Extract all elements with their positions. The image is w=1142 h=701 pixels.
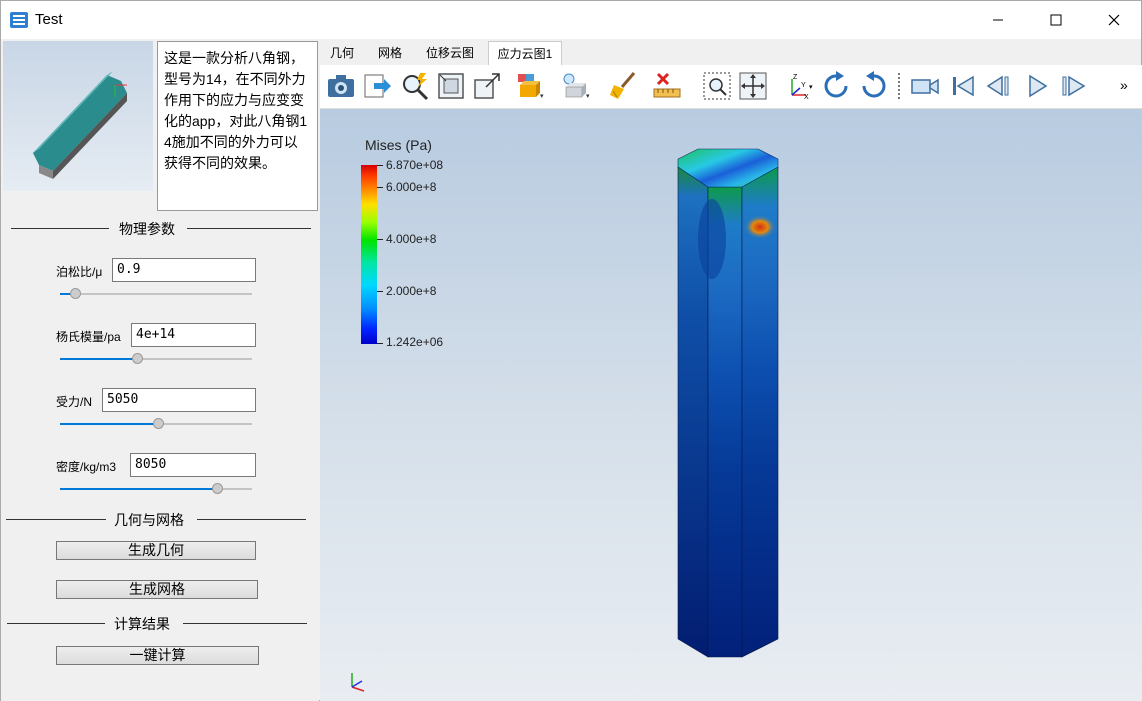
- rotate-ccw-icon[interactable]: [858, 71, 888, 101]
- svg-text:Z: Z: [793, 74, 798, 81]
- light-icon[interactable]: ▾: [560, 71, 590, 101]
- density-label: 密度/kg/m3: [56, 460, 117, 474]
- poisson-slider[interactable]: [60, 287, 252, 301]
- play-icon[interactable]: [1022, 71, 1052, 101]
- slider-handle[interactable]: [131, 353, 143, 364]
- legend-title: Mises (Pa): [365, 137, 432, 153]
- svg-text:▾: ▾: [540, 93, 544, 100]
- legend-tick: [377, 343, 383, 344]
- window-title: Test: [35, 11, 63, 28]
- clear-icon[interactable]: [608, 71, 638, 101]
- viewer-panel: 几何 网格 位移云图 应力云图1 ▾ ▾ Z Y X ▾ » Mises (Pa…: [320, 39, 1142, 701]
- generate-geometry-button[interactable]: 生成几何: [56, 541, 256, 560]
- minimize-icon: [993, 19, 1003, 21]
- toolbar-overflow-button[interactable]: »: [1120, 77, 1128, 93]
- legend-tick: [377, 165, 383, 166]
- divider: [187, 228, 311, 229]
- legend-tick-label: 4.000e+8: [386, 232, 437, 246]
- force-input[interactable]: 5050: [102, 388, 256, 412]
- geometry-section-label: 几何与网格: [114, 512, 184, 528]
- physics-section-header: 物理参数: [1, 218, 319, 238]
- divider: [183, 623, 307, 624]
- first-frame-icon[interactable]: [948, 71, 978, 101]
- orientation-axes-icon: [351, 673, 365, 692]
- force-label: 受力/N: [56, 395, 93, 409]
- tab-mesh[interactable]: 网格: [368, 41, 412, 65]
- prev-frame-icon[interactable]: [984, 71, 1014, 101]
- minimize-button[interactable]: [969, 1, 1027, 39]
- legend-tick-label: 2.000e+8: [386, 284, 437, 298]
- divider: [197, 519, 306, 520]
- slider-fill: [60, 358, 137, 360]
- legend-tick: [377, 239, 383, 240]
- density-input[interactable]: 8050: [130, 453, 256, 477]
- tab-geometry[interactable]: 几何: [320, 41, 364, 65]
- generate-mesh-button[interactable]: 生成网格: [56, 580, 258, 599]
- slider-handle[interactable]: [152, 418, 164, 429]
- youngs-modulus-label: 杨氏模量/pa: [56, 330, 121, 344]
- poisson-input[interactable]: 0.9: [112, 258, 256, 282]
- geometry-section-header: 几何与网格: [1, 509, 319, 529]
- tab-displacement[interactable]: 位移云图: [416, 41, 484, 65]
- display-icon[interactable]: ▾: [514, 71, 544, 101]
- legend-tick: [377, 187, 383, 188]
- tab-stress[interactable]: 应力云图1: [488, 41, 562, 65]
- svg-text:X: X: [804, 94, 809, 101]
- slider-handle[interactable]: [70, 288, 82, 299]
- scale-icon[interactable]: [472, 71, 502, 101]
- divider: [11, 228, 109, 229]
- app-description: 这是一款分析八角钢，型号为14，在不同外力作用下的应力与应变变化的app，对此八…: [157, 41, 318, 211]
- fit-view-icon[interactable]: [436, 71, 466, 101]
- control-panel: 这是一款分析八角钢，型号为14，在不同外力作用下的应力与应变变化的app，对此八…: [1, 39, 319, 701]
- divider: [6, 519, 106, 520]
- legend-colorbar: [361, 165, 377, 344]
- physics-section-label: 物理参数: [119, 221, 175, 237]
- divider: [7, 623, 105, 624]
- toolbar-separator: [898, 73, 900, 99]
- youngs-modulus-input[interactable]: 4e+14: [131, 323, 256, 347]
- force-slider[interactable]: [60, 417, 252, 431]
- axes-icon[interactable]: ZYX▾: [784, 71, 814, 101]
- camera-icon[interactable]: [326, 71, 356, 101]
- next-frame-icon[interactable]: [1058, 71, 1088, 101]
- legend-tick-label: 6.000e+8: [386, 180, 437, 194]
- maximize-icon: [1050, 14, 1062, 26]
- results-section-header: 计算结果: [1, 613, 319, 633]
- svg-text:▾: ▾: [809, 84, 813, 91]
- 3d-viewport[interactable]: Mises (Pa) 6.870e+08 6.000e+8 4.000e+8 2…: [320, 109, 1142, 701]
- slider-track: [60, 293, 252, 295]
- viewer-toolbar: ▾ ▾ Z Y X ▾ »: [320, 65, 1142, 109]
- pan-icon[interactable]: [738, 71, 768, 101]
- legend-tick-label: 6.870e+08: [386, 158, 444, 172]
- density-slider[interactable]: [60, 482, 252, 496]
- stress-contour-model: [677, 148, 779, 658]
- compute-button[interactable]: 一键计算: [56, 646, 259, 665]
- results-section-label: 计算结果: [114, 616, 170, 632]
- video-icon[interactable]: [910, 71, 940, 101]
- octagon-bar-preview-icon: [33, 71, 127, 179]
- view-tabs: 几何 网格 位移云图 应力云图1: [320, 41, 1142, 65]
- app-window: Test 这是一款分析八角钢，型号为14，在不同外力作用下的应力与应变变化的ap…: [0, 0, 1142, 701]
- maximize-button[interactable]: [1027, 1, 1085, 39]
- export-icon[interactable]: [362, 71, 392, 101]
- svg-text:Y: Y: [801, 82, 806, 89]
- slider-handle[interactable]: [212, 483, 224, 494]
- ruler-icon[interactable]: [652, 71, 682, 101]
- svg-text:▾: ▾: [586, 93, 590, 100]
- preview-thumbnail: [3, 41, 153, 191]
- zoom-icon[interactable]: [400, 71, 430, 101]
- poisson-label: 泊松比/μ: [56, 265, 103, 279]
- slider-fill: [60, 488, 218, 490]
- box-zoom-icon[interactable]: [702, 71, 732, 101]
- rotate-cw-icon[interactable]: [822, 71, 852, 101]
- legend-tick: [377, 291, 383, 292]
- youngs-modulus-slider[interactable]: [60, 352, 252, 366]
- title-bar: Test: [1, 1, 1141, 39]
- close-button[interactable]: [1085, 1, 1142, 39]
- close-icon: [1108, 14, 1120, 26]
- slider-fill: [60, 423, 158, 425]
- legend-tick-label: 1.242e+06: [386, 335, 444, 349]
- app-icon: [10, 12, 28, 28]
